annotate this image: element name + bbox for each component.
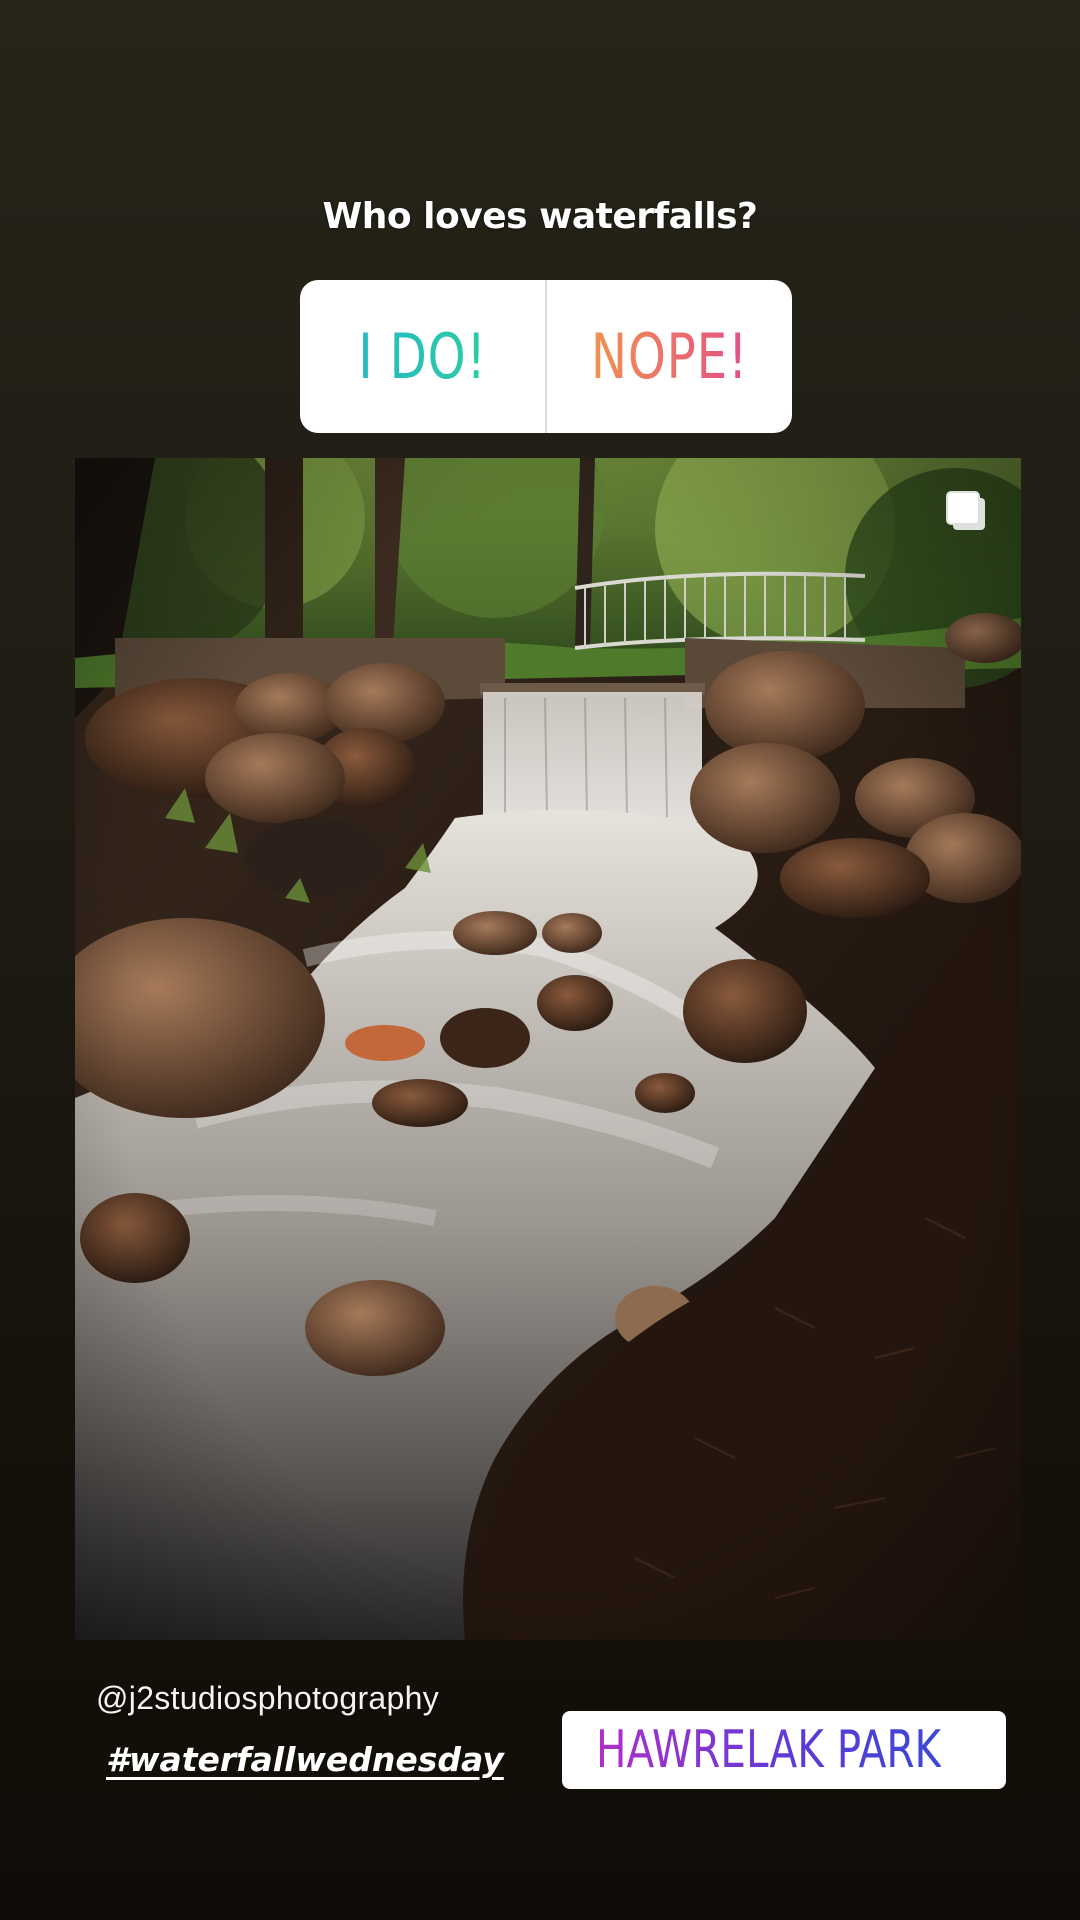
poll-question: Who loves waterfalls? — [322, 196, 758, 237]
poll-sticker: I DO! NOPE! — [300, 280, 792, 433]
multiple-photos-icon — [946, 491, 985, 530]
location-label: HAWRELAK PARK — [596, 1720, 942, 1780]
location-sticker[interactable]: HAWRELAK PARK — [562, 1711, 1006, 1789]
shared-post-photo[interactable] — [75, 458, 1021, 1640]
waterfall-photo — [75, 458, 1021, 1640]
poll-divider — [545, 280, 547, 433]
mention-handle[interactable]: @j2studiosphotography — [96, 1680, 439, 1717]
poll-option-no[interactable]: NOPE! — [574, 280, 765, 433]
poll-option-yes[interactable]: I DO! — [327, 280, 518, 433]
hashtag-sticker[interactable]: #waterfallwednesday — [106, 1740, 504, 1779]
